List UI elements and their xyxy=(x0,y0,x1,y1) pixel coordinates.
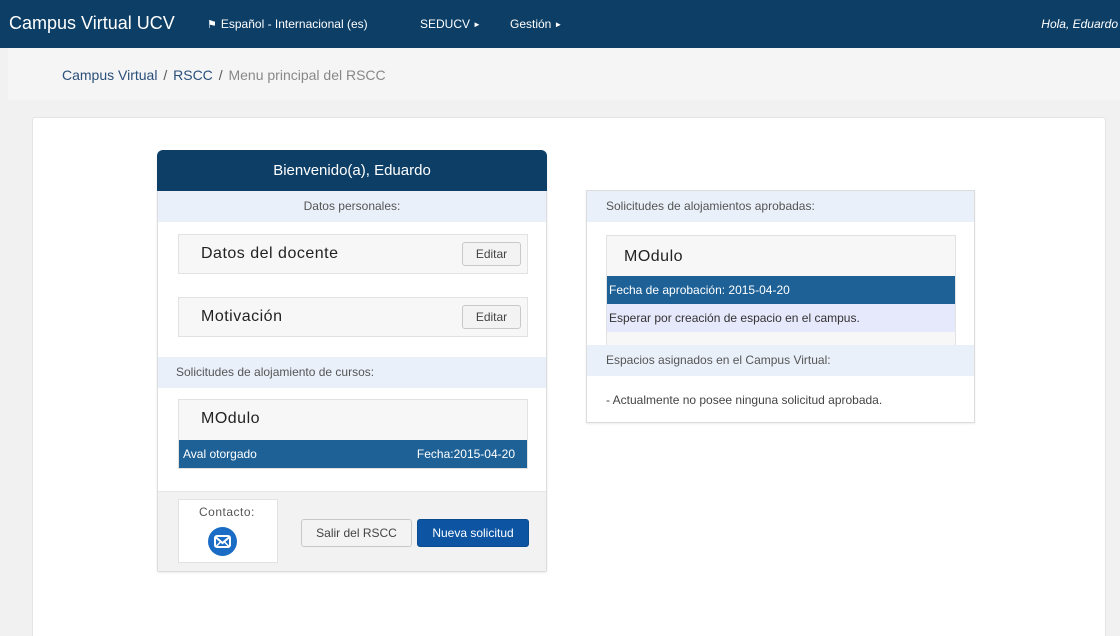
breadcrumb-strip: Campus Virtual / RSCC / Menu principal d… xyxy=(8,48,1120,100)
row-label: Motivación xyxy=(201,308,283,325)
approved-request: MOdulo Fecha de aprobación: 2015-04-20 E… xyxy=(606,235,956,345)
menu-gestion-label: Gestión xyxy=(510,17,552,31)
flag-icon: ⚑ xyxy=(207,19,217,31)
contact-box[interactable]: Contacto: xyxy=(178,499,278,563)
row-motivacion: Motivación Editar xyxy=(178,297,528,337)
welcome-card: Bienvenido(a), Eduardo Datos personales:… xyxy=(157,150,547,572)
course-request: MOdulo Aval otorgado Fecha:2015-04-20 xyxy=(178,399,528,469)
menu-gestion[interactable]: Gestión ► xyxy=(510,17,562,31)
menu-seducv[interactable]: SEDUCV ► xyxy=(420,17,481,31)
brand-link[interactable]: Campus Virtual UCV xyxy=(9,13,175,34)
menu-seducv-label: SEDUCV xyxy=(420,17,471,31)
edit-docente-button[interactable]: Editar xyxy=(462,242,521,266)
approved-course-name: MOdulo xyxy=(624,248,684,265)
breadcrumb-campus-virtual[interactable]: Campus Virtual xyxy=(62,67,157,83)
welcome-title: Bienvenido(a), Eduardo xyxy=(157,150,547,191)
nueva-solicitud-button[interactable]: Nueva solicitud xyxy=(417,519,529,547)
course-date: Fecha:2015-04-20 xyxy=(416,447,515,461)
envelope-icon[interactable] xyxy=(208,527,237,556)
breadcrumb-current: Menu principal del RSCC xyxy=(228,67,386,83)
language-label: Español - Internacional (es) xyxy=(220,17,368,31)
contact-label: Contacto: xyxy=(199,505,255,519)
approved-requests-card: Solicitudes de alojamientos aprobadas: M… xyxy=(586,190,975,423)
section-datos-personales: Datos personales: xyxy=(158,191,546,222)
section-solicitudes: Solicitudes de alojamiento de cursos: xyxy=(158,357,546,388)
breadcrumb-separator: / xyxy=(218,67,223,83)
user-greeting[interactable]: Hola, Eduardo xyxy=(1041,17,1118,31)
section-espacios: Espacios asignados en el Campus Virtual: xyxy=(587,345,974,376)
edit-motivacion-button[interactable]: Editar xyxy=(462,305,521,329)
breadcrumb: Campus Virtual / RSCC / Menu principal d… xyxy=(62,67,386,83)
empty-message: - Actualmente no posee ninguna solicitud… xyxy=(606,393,883,407)
row-label: Datos del docente xyxy=(201,245,339,262)
approval-note: Esperar por creación de espacio en el ca… xyxy=(607,304,955,332)
approval-date: Fecha de aprobación: 2015-04-20 xyxy=(607,276,955,304)
course-name: MOdulo xyxy=(201,410,261,427)
course-status-bar: Aval otorgado Fecha:2015-04-20 xyxy=(179,440,527,468)
breadcrumb-rscc[interactable]: RSCC xyxy=(173,67,213,83)
salir-rscc-button[interactable]: Salir del RSCC xyxy=(301,519,412,547)
section-aprobadas: Solicitudes de alojamientos aprobadas: xyxy=(587,191,974,222)
caret-right-icon: ► xyxy=(473,20,481,29)
breadcrumb-separator: / xyxy=(163,67,168,83)
course-status: Aval otorgado xyxy=(183,447,257,461)
card-footer: Contacto: Salir del RSCC Nueva solicitud xyxy=(158,491,546,571)
row-datos-docente: Datos del docente Editar xyxy=(178,234,528,274)
top-navbar: Campus Virtual UCV ⚑ Español - Internacio… xyxy=(0,0,1120,48)
language-menu[interactable]: ⚑ Español - Internacional (es) xyxy=(207,17,368,31)
caret-right-icon: ► xyxy=(554,20,563,29)
